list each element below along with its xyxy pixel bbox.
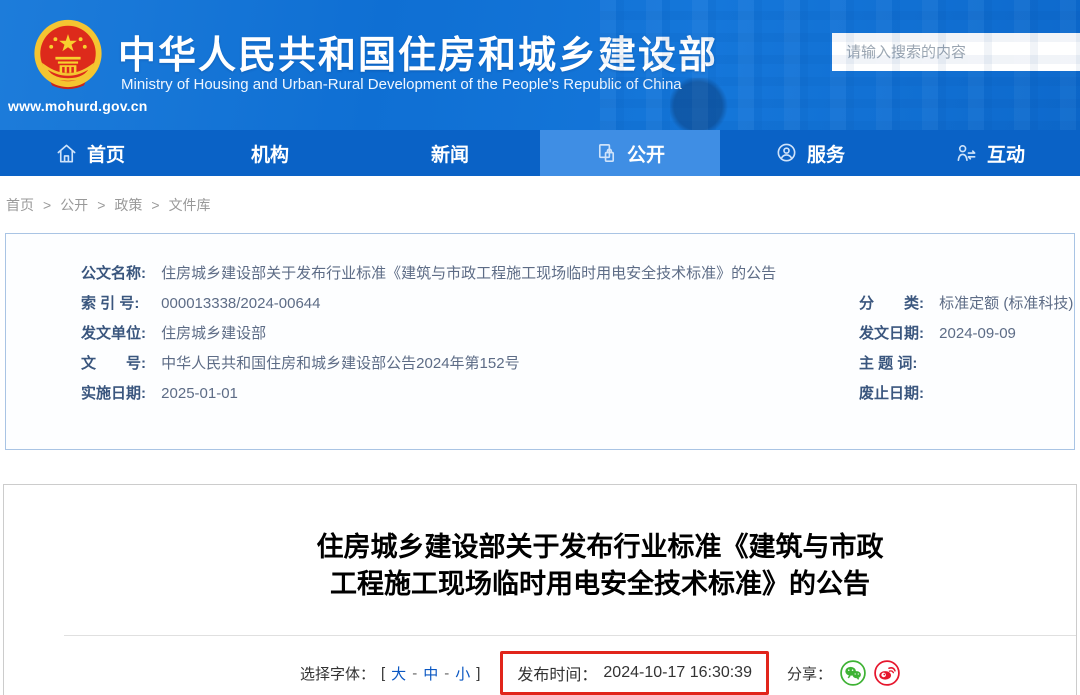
wechat-icon[interactable] xyxy=(840,660,866,686)
font-size-large-link[interactable]: 大 xyxy=(391,663,406,684)
nav-item-label: 机构 xyxy=(251,140,289,167)
article-title: 住房城乡建设部关于发布行业标准《建筑与市政 工程施工现场临时用电安全技术标准》的… xyxy=(4,529,1076,603)
nav-item-home[interactable]: 首页 xyxy=(0,130,180,176)
nav-item-services[interactable]: 服务 xyxy=(720,130,900,176)
site-url: www.mohurd.gov.cn xyxy=(8,98,140,114)
issue-date-value: 2024-09-09 xyxy=(939,325,1016,342)
share-widget: 分享： xyxy=(787,660,900,686)
site-title: 中华人民共和国住房和城乡建设部 xyxy=(118,24,718,79)
index-number-label: 索 引 号: xyxy=(81,289,149,319)
search-input[interactable] xyxy=(832,33,1080,71)
effective-date-row: 实施日期: 2025-01-01 xyxy=(81,379,859,409)
font-size-medium-link[interactable]: 中 xyxy=(423,663,438,684)
breadcrumb-file-library[interactable]: 文件库 xyxy=(169,195,211,215)
issuing-unit-value: 住房城乡建设部 xyxy=(161,325,266,342)
nav-item-disclosure[interactable]: 公开 xyxy=(540,130,720,176)
publish-time-value: 2024-10-17 16:30:39 xyxy=(603,664,752,682)
issue-date-label: 发文日期: xyxy=(859,319,927,349)
nav-item-label: 新闻 xyxy=(431,140,469,167)
subject-words-label: 主 题 词: xyxy=(859,349,927,379)
article-toolbar: 选择字体： [ 大 - 中 - 小 ] 发布时间： 2024-10-17 16:… xyxy=(4,651,1076,695)
doc-name-value: 住房城乡建设部关于发布行业标准《建筑与市政工程施工现场临时用电安全技术标准》的公… xyxy=(161,265,776,282)
font-size-small-link[interactable]: 小 xyxy=(455,663,470,684)
index-number-row: 索 引 号: 000013338/2024-00644 xyxy=(81,289,859,319)
doc-name-label: 公文名称: xyxy=(81,259,149,289)
issue-date-row: 发文日期: 2024-09-09 xyxy=(859,319,1074,349)
effective-date-label: 实施日期: xyxy=(81,379,149,409)
article-title-line2: 工程施工现场临时用电安全技术标准》的公告 xyxy=(124,566,1076,603)
article-title-line1: 住房城乡建设部关于发布行业标准《建筑与市政 xyxy=(124,529,1076,566)
main-nav: 首页 机构 新闻 公开 服务 互动 xyxy=(0,130,1080,176)
doc-title-row: 公文名称: 住房城乡建设部关于发布行业标准《建筑与市政工程施工现场临时用电安全技… xyxy=(6,259,1074,289)
effective-date-value: 2025-01-01 xyxy=(161,385,238,402)
category-value: 标准定额 (标准科技) xyxy=(939,295,1073,312)
index-number-value: 000013338/2024-00644 xyxy=(161,295,320,312)
repeal-date-row: 废止日期: xyxy=(859,379,1074,409)
nav-item-news[interactable]: 新闻 xyxy=(360,130,540,176)
category-row: 分 类: 标准定额 (标准科技) xyxy=(859,289,1074,319)
nav-item-label: 首页 xyxy=(87,140,125,167)
breadcrumb-separator: > xyxy=(151,197,159,213)
article-panel: 住房城乡建设部关于发布行业标准《建筑与市政 工程施工现场临时用电安全技术标准》的… xyxy=(3,484,1077,695)
bracket-open: [ xyxy=(381,665,385,682)
publish-time-label: 发布时间： xyxy=(517,661,597,685)
breadcrumb-disclosure[interactable]: 公开 xyxy=(60,195,88,215)
subject-words-row: 主 题 词: xyxy=(859,349,1074,379)
share-label: 分享： xyxy=(787,663,832,684)
repeal-date-label: 废止日期: xyxy=(859,379,927,409)
doc-number-value: 中华人民共和国住房和城乡建设部公告2024年第152号 xyxy=(161,355,519,372)
issuing-unit-row: 发文单位: 住房城乡建设部 xyxy=(81,319,859,349)
font-size-label: 选择字体： xyxy=(300,663,375,684)
nav-item-interaction[interactable]: 互动 xyxy=(900,130,1080,176)
document-metadata-panel: 公文名称: 住房城乡建设部关于发布行业标准《建筑与市政工程施工现场临时用电安全技… xyxy=(5,233,1075,450)
weibo-icon[interactable] xyxy=(874,660,900,686)
service-person-icon xyxy=(775,142,798,165)
doc-number-row: 文 号: 中华人民共和国住房和城乡建设部公告2024年第152号 xyxy=(81,349,859,379)
interaction-person-arrows-icon xyxy=(955,142,978,165)
title-divider xyxy=(64,635,1076,636)
site-header: www.mohurd.gov.cn 中华人民共和国住房和城乡建设部 Minist… xyxy=(0,0,1080,130)
nav-item-label: 公开 xyxy=(627,140,665,167)
doc-number-label: 文 号: xyxy=(81,349,149,379)
nav-item-label: 服务 xyxy=(807,140,845,167)
national-emblem-icon xyxy=(26,14,110,98)
breadcrumb: 首页 > 公开 > 政策 > 文件库 xyxy=(0,176,1080,233)
home-icon xyxy=(55,142,78,165)
category-label: 分 类: xyxy=(859,289,927,319)
issuing-unit-label: 发文单位: xyxy=(81,319,149,349)
breadcrumb-separator: > xyxy=(97,197,105,213)
font-size-separator: - xyxy=(444,665,449,682)
breadcrumb-policy[interactable]: 政策 xyxy=(114,195,142,215)
publish-time-highlight-box: 发布时间： 2024-10-17 16:30:39 xyxy=(500,651,769,695)
bracket-close: ] xyxy=(476,665,480,682)
site-subtitle: Ministry of Housing and Urban-Rural Deve… xyxy=(121,76,682,93)
breadcrumb-separator: > xyxy=(43,197,51,213)
font-size-picker: 选择字体： [ 大 - 中 - 小 ] xyxy=(300,663,480,684)
nav-item-orgs[interactable]: 机构 xyxy=(180,130,360,176)
nav-item-label: 互动 xyxy=(987,140,1025,167)
breadcrumb-home[interactable]: 首页 xyxy=(6,195,34,215)
font-size-separator: - xyxy=(412,665,417,682)
disclosure-doc-lock-icon xyxy=(595,142,618,165)
